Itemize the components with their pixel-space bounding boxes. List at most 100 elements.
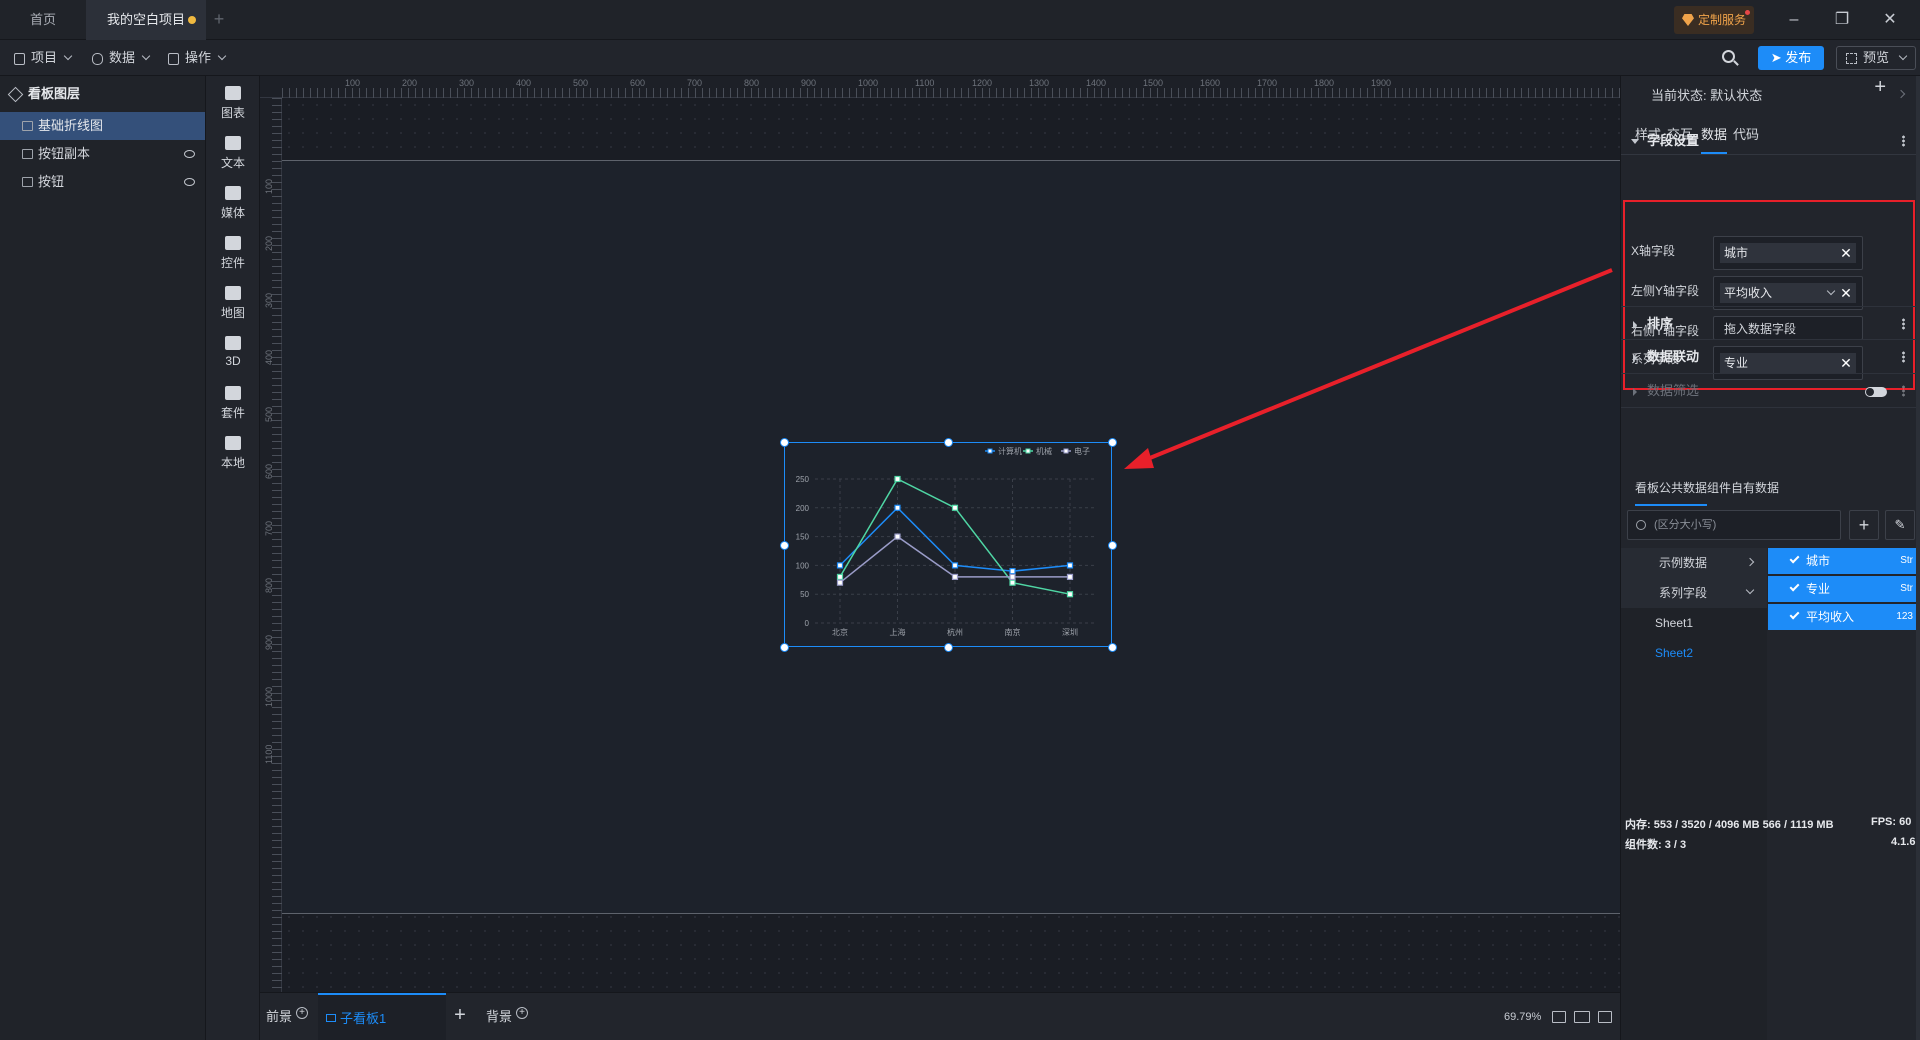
section-title: 字段设置 [1647,133,1700,148]
resize-handle[interactable] [1108,438,1117,447]
x-axis-field-input[interactable]: 城市 ✕ [1713,236,1863,270]
component-toolbar: 图表 文本 媒体 控件 地图 3D 套件 本地 [206,76,260,1040]
data-column-city[interactable]: 城市 Str [1768,548,1917,574]
map-icon [225,286,241,300]
component-local[interactable]: 本地 [206,426,260,482]
custom-service-button[interactable]: 定制服务 [1674,6,1754,34]
ruler-top-label: 1000 [858,78,879,88]
status-bar: 内存: 553 / 3520 / 4096 MB 566 / 1119 MB F… [1621,812,1917,852]
more-vertical-icon[interactable] [1902,351,1905,363]
minimize-icon[interactable]: – [1770,0,1818,40]
panel-scrollbar[interactable] [1916,76,1920,1040]
layer-item-button[interactable]: 按钮 [0,168,205,196]
component-text[interactable]: 文本 [206,126,260,182]
component-chart[interactable]: 图表 [206,76,260,132]
more-vertical-icon[interactable] [1902,385,1905,397]
search-button[interactable] [1720,48,1740,68]
add-circle-icon[interactable]: + [296,1007,309,1019]
x-tick-label: 北京 [832,627,848,637]
tree-item-sheet2[interactable]: Sheet2 [1621,638,1767,668]
menu-data[interactable]: 数据 [92,40,151,76]
resize-handle[interactable] [944,643,953,652]
add-board-icon[interactable]: + [450,1005,470,1025]
tree-group-series[interactable]: 系列字段 [1621,578,1767,608]
subboard-tab[interactable]: 子看板1 [318,993,446,1040]
component-3d[interactable]: 3D [206,326,260,382]
resize-handle[interactable] [944,438,953,447]
restore-icon[interactable]: ❐ [1818,0,1866,40]
preview-button[interactable]: 预览 [1836,46,1916,70]
ruler-top-label: 200 [402,78,418,88]
edit-data-button[interactable]: ✎ [1885,510,1915,540]
resize-handle[interactable] [1108,643,1117,652]
close-icon[interactable]: ✕ [1866,0,1914,40]
zoom-level[interactable]: 69.79% [1504,993,1541,1040]
ruler-top-label: 1400 [1086,78,1107,88]
data-point [1009,568,1016,575]
background-tab[interactable]: 背景 + [486,993,529,1040]
add-circle-icon[interactable]: + [516,1007,529,1019]
data-point [951,573,959,581]
data-point [1009,579,1016,586]
section-data-linkage[interactable]: 数据联动 [1621,340,1917,374]
subboard-label: 子看板1 [340,1011,387,1026]
remove-icon[interactable]: ✕ [1840,283,1852,303]
selected-line-chart[interactable]: 0 50 100 150 200 250 北京 上海 杭州 南京 深圳 计算机 机械 电子 [784,442,1112,647]
menu-project-label: 项目 [31,50,58,65]
resize-handle[interactable] [780,643,789,652]
publish-button[interactable]: ➤ 发布 [1758,46,1824,70]
y-tick-label: 250 [796,475,810,484]
layer-item-line-chart[interactable]: 基础折线图 [0,112,205,140]
add-data-button[interactable]: + [1849,510,1879,540]
search-placeholder: (区分大小写) [1654,519,1717,531]
terminal-icon[interactable] [1598,1011,1612,1023]
tree-item-sheet1[interactable]: Sheet1 [1621,608,1767,638]
left-y-axis-field-value: 平均收入 [1724,286,1773,300]
data-point [894,504,901,511]
section-data-filter[interactable]: 数据筛选 [1621,374,1917,408]
remove-icon[interactable]: ✕ [1840,243,1852,263]
layer-item-button-copy[interactable]: 按钮副本 [0,140,205,168]
data-column-income[interactable]: 平均收入 123 [1768,604,1917,630]
keyboard-icon[interactable] [1574,1011,1590,1023]
new-tab-plus-icon[interactable]: + [210,10,228,28]
tab-public-data[interactable]: 看板公共数据 [1635,476,1708,506]
ruler-left[interactable]: 100 200 300 400 500 600 700 800 900 1000 1100 [260,98,282,992]
field-chip: 城市 ✕ [1720,243,1856,263]
foreground-tab[interactable]: 前景 + [266,993,309,1040]
tree-group-sample[interactable]: 示例数据 [1621,548,1767,578]
control-icon [225,236,241,250]
resize-handle[interactable] [780,438,789,447]
eye-icon[interactable] [184,178,195,186]
eye-icon[interactable] [184,150,195,158]
component-control[interactable]: 控件 [206,226,260,282]
app-window: 首页 我的空白项目 + 定制服务 – ❐ ✕ 项目 数据 操作 ➤ 发布 预览 … [0,0,1920,1040]
ruler-top-label: 700 [687,78,703,88]
more-vertical-icon[interactable] [1902,318,1905,330]
fullscreen-icon [1846,53,1857,64]
more-vertical-icon[interactable] [1902,135,1905,147]
component-media[interactable]: 媒体 [206,176,260,232]
data-column-major[interactable]: 专业 Str [1768,576,1917,602]
section-sort[interactable]: 排序 [1621,306,1917,340]
menu-project[interactable]: 项目 [14,40,73,76]
caret-right-icon [1633,388,1637,396]
left-y-axis-field-input[interactable]: 平均收入 ✕ [1713,276,1863,310]
section-field-settings[interactable]: 字段设置 [1621,124,1917,158]
tab-project[interactable]: 我的空白项目 [86,0,206,40]
chevron-down-icon[interactable] [1826,286,1836,296]
add-state-icon[interactable]: + [1874,76,1886,99]
ruler-top[interactable]: 100 200 300 400 500 600 700 800 900 1000 1100 1200 1… [260,76,1620,98]
tab-component-data[interactable]: 组件自有数据 [1707,476,1779,506]
tab-home[interactable]: 首页 [0,0,86,40]
tree-label: Sheet2 [1655,646,1694,660]
component-kit[interactable]: 套件 [206,376,260,432]
y-tick-label: 100 [796,561,810,570]
component-map[interactable]: 地图 [206,276,260,332]
menu-operation[interactable]: 操作 [168,40,227,76]
filter-toggle[interactable] [1865,387,1887,397]
data-search-input[interactable]: (区分大小写) [1627,510,1841,540]
fit-screen-icon[interactable] [1552,1011,1566,1023]
resize-handle[interactable] [780,540,789,550]
resize-handle[interactable] [1108,540,1117,550]
